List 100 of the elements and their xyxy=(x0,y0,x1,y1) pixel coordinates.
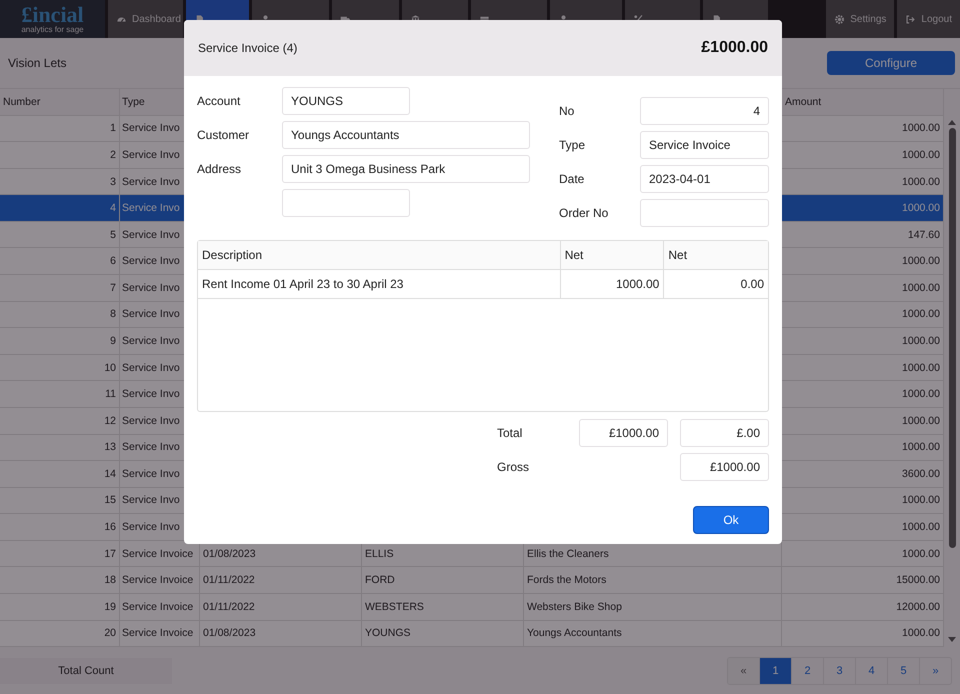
table-cell: 1000.00 xyxy=(902,308,940,320)
table-cell: 13 xyxy=(104,441,116,454)
table-cell: 18 xyxy=(104,574,116,586)
table-row[interactable]: 18 Service Invoice 01/11/2022 FORD Fords the Motors 15000.00 xyxy=(0,567,944,594)
table-cell: 5 xyxy=(110,228,116,241)
input-field[interactable] xyxy=(282,189,410,217)
settings-icon xyxy=(834,14,846,24)
table-cell: 01/08/2023 xyxy=(203,548,256,560)
input-field[interactable]: 2023-04-01 xyxy=(640,165,769,193)
gross-label: Gross xyxy=(497,460,530,474)
dialog-title: Service Invoice (4) xyxy=(198,41,298,55)
table-cell: Service Invo xyxy=(122,521,180,534)
table-cell: 147.60 xyxy=(908,228,940,241)
table-cell: Service Invo xyxy=(122,122,180,134)
page-link[interactable]: » xyxy=(919,658,951,684)
page-link[interactable]: 5 xyxy=(887,658,919,684)
invoice-amount: £1000.00 xyxy=(701,39,768,57)
column-header[interactable]: Number xyxy=(0,89,120,115)
table-cell: 1000.00 xyxy=(902,521,940,534)
table-cell: 19 xyxy=(104,600,116,613)
table-cell: Youngs Accountants xyxy=(527,627,622,640)
table-cell: 7 xyxy=(110,282,116,294)
ok-button[interactable]: Ok xyxy=(693,506,769,534)
input-field[interactable]: Youngs Accountants xyxy=(282,121,530,149)
total-field[interactable]: £.00 xyxy=(680,419,769,447)
table-cell: 2 xyxy=(110,148,116,161)
table-cell: Fords the Motors xyxy=(527,574,606,586)
table-cell: 1 xyxy=(110,122,116,134)
input-field[interactable]: 4 xyxy=(640,97,769,125)
table-cell: 1000.00 xyxy=(902,548,940,560)
configure-button[interactable]: Configure xyxy=(827,51,955,75)
table-cell: 15 xyxy=(104,494,116,506)
field-label: No xyxy=(559,104,574,118)
column-header: Description xyxy=(198,241,561,269)
scroll-thumb[interactable] xyxy=(948,128,956,548)
table-cell: FORD xyxy=(365,574,395,586)
table-cell: Service Invo xyxy=(122,308,180,320)
page-link[interactable]: 3 xyxy=(823,658,855,684)
page-link[interactable]: 2 xyxy=(791,658,823,684)
nav-tab[interactable]: Dashboard xyxy=(108,0,183,38)
table-cell: Rent Income 01 April 23 to 30 April 23 xyxy=(198,270,561,298)
input-field[interactable]: YOUNGS xyxy=(282,87,410,115)
table-cell: 8 xyxy=(110,308,116,320)
table-cell: 1000.00 xyxy=(560,270,664,298)
table-cell: Service Invo xyxy=(122,414,180,427)
table-cell: 1000.00 xyxy=(902,441,940,454)
table-cell: 4 xyxy=(110,202,116,214)
column-header: Net xyxy=(560,241,664,269)
input-field[interactable] xyxy=(640,199,769,227)
table-cell: 3600.00 xyxy=(902,468,940,480)
table-cell: 6 xyxy=(110,255,116,268)
page-link[interactable]: 4 xyxy=(855,658,887,684)
table-cell: 15000.00 xyxy=(896,574,940,586)
table-cell: Service Invo xyxy=(122,282,180,294)
total-count-label: Total Count xyxy=(0,658,172,684)
table-cell: 9 xyxy=(110,334,116,347)
scrollbar[interactable] xyxy=(944,89,960,647)
table-cell: Service Invoice xyxy=(122,600,194,613)
field-label: Type xyxy=(559,138,586,152)
field-label: Customer xyxy=(197,128,250,142)
field-label: Account xyxy=(197,94,240,108)
table-cell: Service Invo xyxy=(122,202,180,214)
table-cell: 1000.00 xyxy=(902,282,940,294)
page-link[interactable]: 1 xyxy=(759,658,791,684)
table-cell: Service Invo xyxy=(122,255,180,268)
total-field[interactable]: £1000.00 xyxy=(579,419,668,447)
scroll-down-icon[interactable] xyxy=(948,637,956,642)
field-label: Date xyxy=(559,172,584,186)
table-cell: 1000.00 xyxy=(902,148,940,161)
table-cell: Service Invo xyxy=(122,494,180,506)
input-field[interactable]: Unit 3 Omega Business Park xyxy=(282,155,530,183)
table-cell: 11 xyxy=(105,388,116,400)
page-link[interactable]: « xyxy=(728,658,759,684)
table-cell: Service Invoice xyxy=(122,548,194,560)
company-name: Vision Lets xyxy=(8,56,66,70)
logout-icon xyxy=(905,14,916,24)
table-cell: Service Invo xyxy=(122,388,180,400)
gross-field[interactable]: £1000.00 xyxy=(680,453,769,481)
table-cell: 1000.00 xyxy=(902,255,940,268)
table-cell: Service Invo xyxy=(122,468,180,480)
total-label: Total xyxy=(497,426,524,440)
table-cell: Websters Bike Shop xyxy=(527,600,622,613)
table-cell: WEBSTERS xyxy=(365,600,424,613)
table-cell: 1000.00 xyxy=(902,414,940,427)
table-cell: 1000.00 xyxy=(902,176,940,188)
table-cell: Service Invoice xyxy=(122,627,194,640)
table-cell: ELLIS xyxy=(365,548,394,560)
table-cell: 01/08/2023 xyxy=(203,627,256,640)
field-label: Address xyxy=(197,162,242,176)
table-cell: 1000.00 xyxy=(902,388,940,400)
input-field[interactable]: Service Invoice xyxy=(640,131,769,159)
table-cell: Ellis the Cleaners xyxy=(527,548,609,560)
table-cell: 10 xyxy=(104,362,116,374)
table-cell: 20 xyxy=(104,627,116,640)
table-row[interactable]: 19 Service Invoice 01/11/2022 WEBSTERS Websters Bike Shop 12000.00 xyxy=(0,594,944,621)
nav-button[interactable]: Logout xyxy=(897,0,960,38)
table-cell: 1000.00 xyxy=(902,202,940,214)
table-cell: Service Invo xyxy=(122,176,180,188)
column-header: Net xyxy=(667,247,688,264)
nav-button[interactable]: Settings xyxy=(826,0,894,38)
